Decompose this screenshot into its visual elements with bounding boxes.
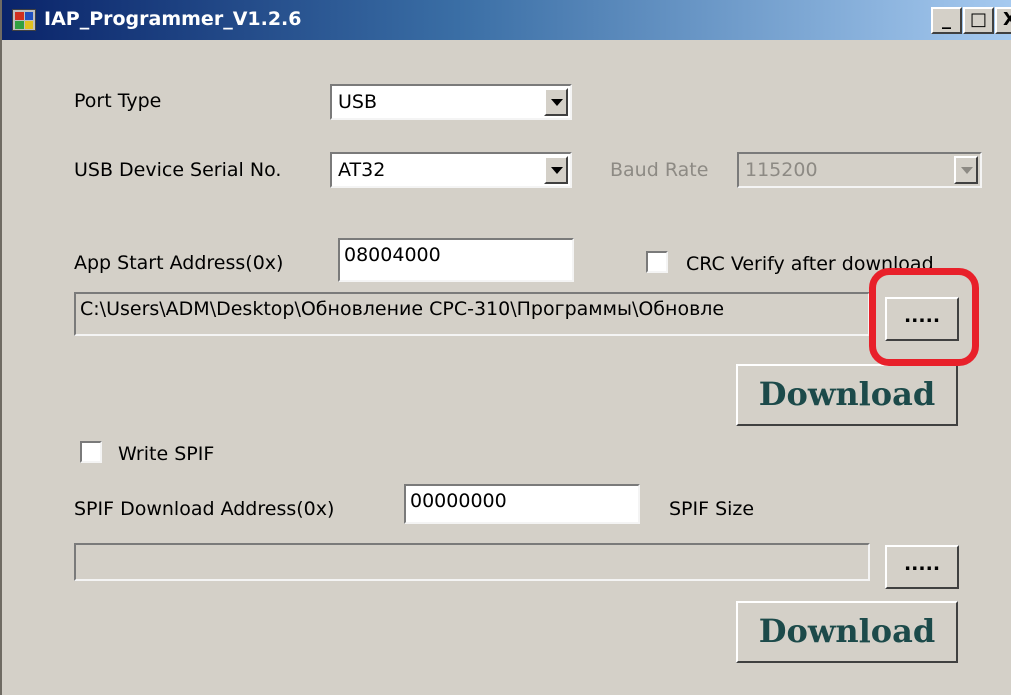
spif-address-label: SPIF Download Address(0x) bbox=[74, 498, 335, 520]
usb-serial-label: USB Device Serial No. bbox=[74, 159, 282, 181]
spif-file-path-field[interactable] bbox=[74, 543, 870, 581]
port-type-value: USB bbox=[338, 91, 378, 113]
app-file-path-field[interactable]: C:\Users\ADM\Desktop\Обновление CPC-310\… bbox=[74, 292, 870, 336]
baud-rate-label: Baud Rate bbox=[610, 159, 709, 181]
app-icon bbox=[12, 9, 36, 31]
minimize-button[interactable]: _ bbox=[931, 7, 962, 34]
app-start-address-label: App Start Address(0x) bbox=[74, 252, 284, 274]
crc-verify-checkbox[interactable] bbox=[646, 251, 668, 273]
usb-serial-value: AT32 bbox=[338, 159, 386, 181]
baud-rate-dropdown-button[interactable] bbox=[954, 156, 978, 184]
spif-browse-button[interactable]: ..... bbox=[885, 545, 959, 589]
close-button[interactable]: X bbox=[995, 7, 1011, 34]
port-type-select[interactable]: USB bbox=[330, 84, 572, 120]
spif-download-button[interactable]: Download bbox=[736, 601, 958, 663]
app-browse-button[interactable]: ..... bbox=[885, 297, 959, 341]
chevron-down-icon bbox=[551, 99, 563, 106]
baud-rate-value: 115200 bbox=[745, 159, 818, 181]
spif-address-input[interactable]: 00000000 bbox=[404, 484, 640, 524]
baud-rate-select[interactable]: 115200 bbox=[737, 152, 982, 188]
port-type-label: Port Type bbox=[74, 90, 162, 112]
chevron-down-icon bbox=[551, 167, 563, 174]
port-type-dropdown-button[interactable] bbox=[544, 88, 568, 116]
usb-serial-dropdown-button[interactable] bbox=[544, 156, 568, 184]
chevron-down-icon bbox=[961, 167, 973, 174]
write-spif-label: Write SPIF bbox=[118, 443, 215, 465]
window-title: IAP_Programmer_V1.2.6 bbox=[44, 8, 302, 30]
usb-serial-select[interactable]: AT32 bbox=[330, 152, 572, 188]
app-start-address-input[interactable]: 08004000 bbox=[338, 238, 574, 282]
crc-verify-label: CRC Verify after download bbox=[686, 253, 934, 275]
title-bar[interactable]: IAP_Programmer_V1.2.6 _ □ X bbox=[2, 0, 1011, 40]
maximize-button[interactable]: □ bbox=[963, 7, 994, 34]
spif-size-label: SPIF Size bbox=[669, 498, 755, 520]
app-download-button[interactable]: Download bbox=[736, 364, 958, 426]
write-spif-checkbox[interactable] bbox=[80, 441, 102, 463]
app-window: IAP_Programmer_V1.2.6 _ □ X Port Type US… bbox=[0, 0, 1011, 695]
